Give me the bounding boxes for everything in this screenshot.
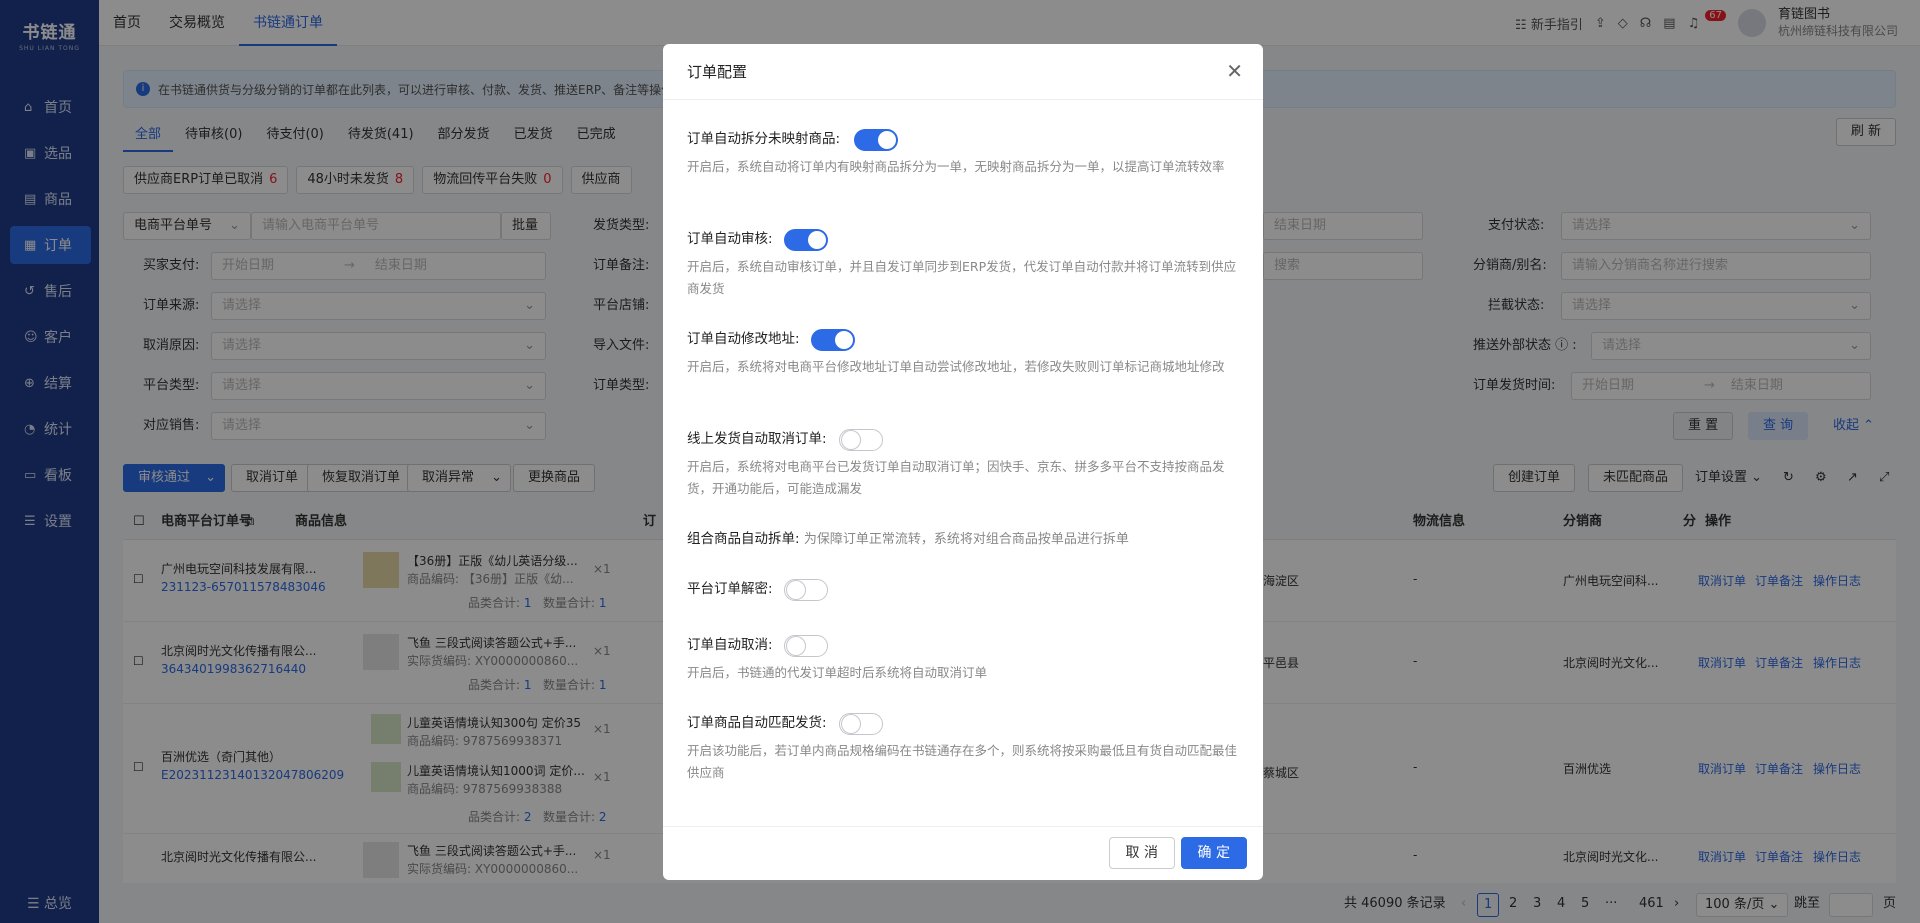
toggle-online-ship-cancel[interactable] <box>839 429 883 451</box>
option-desc: 开启后，系统自动将订单内有映射商品拆分为一单，无映射商品拆分为一单，以提高订单流… <box>687 159 1225 174</box>
modal-title: 订单配置 <box>687 63 748 81</box>
option-label-text: 组合商品自动拆单: <box>687 531 800 547</box>
option-label: 平台订单解密: <box>687 581 773 597</box>
modal-header: 订单配置 ✕ <box>663 44 1263 100</box>
option-desc: 开启后，系统自动审核订单，并且自发订单同步到ERP发货，代发订单自动付款并将订单… <box>687 259 1237 296</box>
option-label: 订单商品自动匹配发货: <box>687 715 827 731</box>
option-desc: 开启后，系统将对电商平台已发货订单自动取消订单；因快手、京东、拼多多平台不支持按… <box>687 459 1225 496</box>
toggle-auto-address[interactable] <box>811 329 855 351</box>
modal-ok-button[interactable]: 确 定 <box>1180 837 1247 869</box>
modal-footer: 取 消 确 定 <box>663 826 1263 880</box>
option-label: 订单自动取消: <box>687 637 773 653</box>
option-desc: 开启后，系统将对电商平台修改地址订单自动尝试修改地址，若修改失败则订单标记商城地… <box>687 359 1225 374</box>
modal-cancel-button[interactable]: 取 消 <box>1108 837 1175 869</box>
toggle-decrypt[interactable] <box>784 579 828 601</box>
option-label: 订单自动拆分未映射商品: <box>687 131 841 147</box>
toggle-auto-match[interactable] <box>839 713 883 735</box>
option-label: 订单自动审核: <box>687 231 773 247</box>
order-config-modal: 订单配置 ✕ 订单自动拆分未映射商品: 开启后，系统自动将订单内有映射商品拆分为… <box>663 44 1263 880</box>
option-hint: 为保障订单正常流转，系统将对组合商品按单品进行拆单 <box>803 532 1129 547</box>
option-label: 线上发货自动取消订单: <box>687 431 827 447</box>
toggle-auto-review[interactable] <box>784 229 828 251</box>
toggle-auto-cancel[interactable] <box>784 635 828 657</box>
close-icon[interactable]: ✕ <box>1226 58 1243 84</box>
toggle-auto-split[interactable] <box>854 129 898 151</box>
option-desc: 开启后，书链通的代发订单超时后系统将自动取消订单 <box>687 665 988 680</box>
option-label: 组合商品自动拆单: 为保障订单正常流转，系统将对组合商品按单品进行拆单 <box>687 528 1129 551</box>
option-desc: 开启该功能后，若订单内商品规格编码在书链通存在多个，则系统将按采购最低且有货自动… <box>687 743 1238 780</box>
option-label: 订单自动修改地址: <box>687 331 800 347</box>
